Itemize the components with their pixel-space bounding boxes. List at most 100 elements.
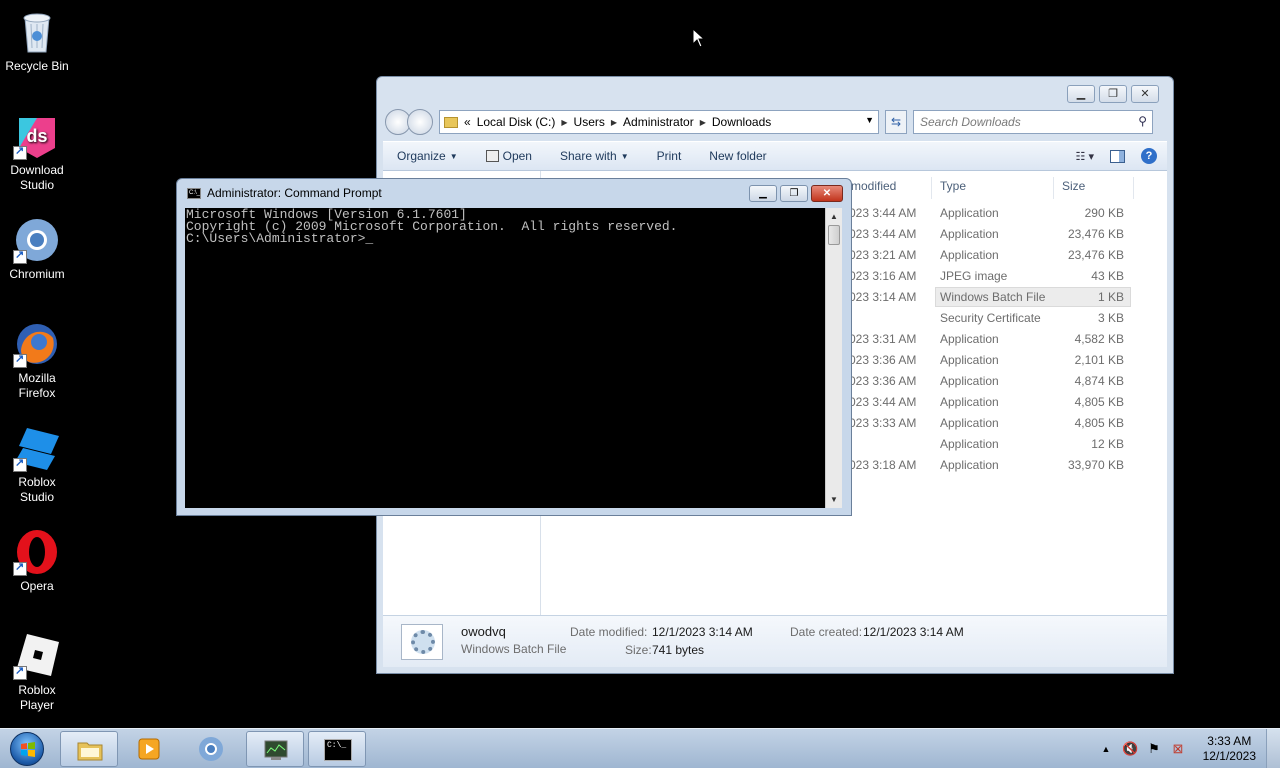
svg-text:ds: ds [26,126,47,146]
help-icon[interactable]: ? [1141,148,1157,164]
search-input[interactable]: Search Downloads ⚲ [913,110,1153,134]
cell-type: Application [940,227,999,241]
breadcrumb-separator-icon[interactable]: ▶ [611,118,617,127]
desktop-icon-label: Opera [20,579,54,593]
organize-button[interactable]: Organize ▼ [383,149,472,163]
forward-button[interactable] [407,109,433,135]
breadcrumb-separator-icon[interactable]: ▶ [561,118,567,127]
cell-date-modified: 023 3:31 AM [849,332,917,346]
view-options-icon[interactable]: ☷ ▾ [1076,150,1094,163]
column-size[interactable]: Size [1062,179,1085,193]
desktop-icon-chromium[interactable]: Chromium [0,216,74,282]
desktop-icon-label: Roblox Studio [18,475,56,504]
column-type[interactable]: Type [940,179,966,193]
breadcrumb-administrator[interactable]: Administrator [623,115,694,129]
opera-icon [13,528,61,576]
breadcrumb-users[interactable]: Users [574,115,605,129]
open-button[interactable]: Open [472,149,546,163]
command-bar: Organize ▼ Open Share with ▼ Print New fol… [383,141,1167,171]
command-prompt-window[interactable]: C:\_ Administrator: Command Prompt ▁ ❐ ✕… [176,178,852,516]
open-icon [485,150,499,162]
minimize-button[interactable]: ▁ [1067,85,1095,103]
cell-type: Security Certificate [940,311,1041,325]
preview-pane-icon[interactable] [1110,149,1125,163]
close-button[interactable]: ✕ [811,185,843,202]
minimize-button[interactable]: ▁ [749,185,777,202]
cell-type: Application [940,416,999,430]
address-bar[interactable]: « Local Disk (C:) ▶ Users ▶ Administrato… [439,110,879,134]
network-monitor-icon [262,736,290,764]
desktop-icon-label: Mozilla Firefox [18,371,56,400]
details-pane: owodvq Windows Batch File Date modified:… [383,615,1167,667]
scroll-up-icon[interactable]: ▲ [826,208,842,225]
cell-date-modified: 023 3:44 AM [849,227,917,241]
print-button[interactable]: Print [643,149,696,163]
new-folder-button[interactable]: New folder [695,149,780,163]
roblox-player-icon [13,632,61,680]
cell-type: Windows Batch File [940,290,1046,304]
vertical-scrollbar[interactable]: ▲ ▼ [825,208,842,508]
show-hidden-icons-icon[interactable]: ▲ [1098,741,1114,757]
taskbar-network-tool[interactable] [246,731,304,767]
breadcrumb-local-disk[interactable]: Local Disk (C:) [477,115,556,129]
show-desktop-button[interactable] [1266,729,1280,768]
desktop-icon-download-studio[interactable]: ds Download Studio [0,112,74,193]
desktop-icon-roblox-player[interactable]: Roblox Player [0,632,74,713]
taskbar-explorer[interactable] [60,731,118,767]
taskbar-media-player[interactable] [120,731,178,767]
details-date-created-label: Date created: [790,625,863,639]
cell-type: Application [940,458,999,472]
cell-size: 2,101 KB [1074,353,1124,367]
chromium-icon [13,216,61,264]
console-output[interactable]: Microsoft Windows [Version 6.1.7601] Copy… [185,208,825,508]
desktop-icon-roblox-studio[interactable]: Roblox Studio [0,424,74,505]
address-overflow[interactable]: « [464,115,471,129]
address-dropdown-icon[interactable]: ▼ [865,115,874,125]
clock-date: 12/1/2023 [1202,749,1256,763]
refresh-button[interactable]: ⇆ [885,110,907,134]
cell-type: JPEG image [940,269,1008,283]
start-button[interactable] [4,729,50,768]
clock-time: 3:33 AM [1207,734,1252,748]
maximize-button[interactable]: ❐ [1099,85,1127,103]
cell-date-modified: 023 3:33 AM [849,416,917,430]
cell-date-modified: 023 3:44 AM [849,395,917,409]
shortcut-arrow-icon [13,144,27,160]
taskbar-chromium[interactable] [182,731,240,767]
scroll-down-icon[interactable]: ▼ [826,491,842,508]
search-icon[interactable]: ⚲ [1138,114,1147,128]
cmd-icon: C:\_ [324,739,352,761]
folder-icon [444,116,458,128]
shortcut-arrow-icon [13,248,27,264]
desktop-icon-label: Download Studio [10,163,64,192]
share-with-button[interactable]: Share with ▼ [546,149,643,163]
shortcut-arrow-icon [13,560,27,576]
folder-icon [76,736,104,764]
scroll-thumb[interactable] [828,225,840,245]
cell-size: 23,476 KB [1067,248,1124,262]
firefox-icon [13,320,61,368]
column-date-modified[interactable]: modified [851,179,896,193]
batch-file-gear-icon [411,630,435,654]
taskbar-command-prompt[interactable]: C:\_ [308,731,366,767]
shortcut-arrow-icon [13,664,27,680]
network-disconnected-icon[interactable]: ⊠ [1170,741,1186,757]
clock[interactable]: 3:33 AM 12/1/2023 [1203,734,1256,764]
cell-size: 43 KB [1091,269,1124,283]
cell-type: Application [940,206,999,220]
action-center-icon[interactable]: ⚑ [1146,741,1162,757]
cell-date-modified: 023 3:36 AM [849,374,917,388]
breadcrumb-downloads[interactable]: Downloads [712,115,771,129]
desktop-icon-firefox[interactable]: Mozilla Firefox [0,320,74,401]
desktop-icon-opera[interactable]: Opera [0,528,74,594]
cell-date-modified: 023 3:14 AM [849,290,917,304]
cell-type: Application [940,374,999,388]
cell-size: 3 KB [1097,311,1124,325]
details-date-modified-label: Date modified: [570,625,648,639]
breadcrumb-separator-icon[interactable]: ▶ [700,118,706,127]
close-button[interactable]: ✕ [1131,85,1159,103]
maximize-button[interactable]: ❐ [780,185,808,202]
desktop-icon-label: Recycle Bin [5,59,69,73]
desktop-icon-recycle-bin[interactable]: Recycle Bin [0,8,74,74]
volume-muted-icon[interactable]: 🔇 [1122,741,1138,757]
